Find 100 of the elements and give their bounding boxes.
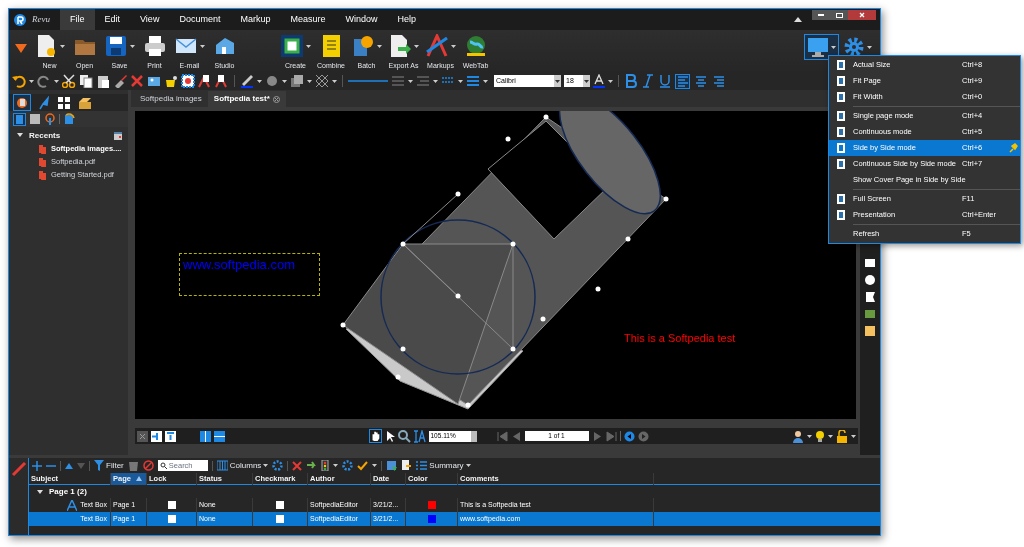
checkbox[interactable] [167,501,176,509]
caret-icon[interactable] [29,79,34,83]
split-horizontal-icon[interactable] [214,430,225,442]
last-page-icon[interactable] [605,430,617,442]
caret-icon[interactable] [282,79,287,83]
tree-item[interactable]: Recents [29,129,61,142]
back-icon[interactable] [623,430,635,442]
checkbox[interactable] [276,515,284,523]
pointer-icon[interactable] [384,429,395,443]
menu-item[interactable]: Help [387,9,426,30]
caret-icon[interactable] [458,79,463,83]
menu-item[interactable]: View [130,9,170,30]
text-color-icon[interactable] [593,74,605,88]
minimize-button[interactable] [812,10,830,20]
previous-page-icon[interactable] [510,430,522,442]
lock-icon[interactable] [836,429,848,443]
split-vertical-icon[interactable] [200,430,211,442]
hatch-icon[interactable] [315,74,329,88]
line-style-icon[interactable] [348,77,388,85]
page-left-icon[interactable] [151,430,162,442]
panel-tab[interactable] [55,94,73,111]
text-select-icon[interactable] [413,429,426,443]
group-label[interactable]: Page 1 (2) [49,485,87,498]
caret-icon[interactable] [377,44,382,48]
menu-item[interactable]: Markup [230,9,281,30]
no-filter-icon[interactable] [142,460,154,471]
note-icon[interactable] [864,325,876,337]
align-left-icon[interactable] [675,73,690,89]
bold-icon[interactable] [624,74,638,88]
circle-icon[interactable] [864,274,876,286]
reply-arrow-icon[interactable] [306,461,318,470]
caret-icon[interactable] [257,79,262,83]
stamp-icon[interactable] [181,74,195,88]
paste-icon[interactable] [96,74,110,88]
close-button[interactable] [848,10,876,20]
page-down-icon[interactable] [165,430,176,442]
summary-button[interactable]: Summary [416,459,471,472]
forward-icon[interactable] [637,430,649,442]
user-icon[interactable] [792,429,804,443]
lightbulb-icon[interactable] [815,430,825,442]
caret-icon[interactable] [408,79,413,83]
caret-icon[interactable] [372,464,378,467]
italic-icon[interactable] [641,74,655,88]
menu-item[interactable]: Window [335,9,388,30]
flag-icon[interactable] [864,291,876,303]
menu-item[interactable]: Edit [94,9,131,30]
menu-item[interactable]: File [60,9,95,30]
caret-icon[interactable] [584,79,589,83]
delete-icon[interactable] [292,460,303,471]
underline-icon[interactable] [658,74,672,88]
expand-arrow-icon[interactable] [37,489,43,494]
align-right-icon[interactable] [711,73,726,89]
checkbox[interactable] [167,515,176,523]
hand-icon[interactable] [368,429,382,443]
view-mode-button[interactable] [804,34,839,60]
first-page-icon[interactable] [496,430,508,442]
columns-button[interactable]: Columns [216,459,269,472]
caret-icon[interactable] [414,44,419,48]
caret-icon[interactable] [200,44,205,48]
layers-icon[interactable] [290,74,304,88]
caret-icon[interactable] [867,45,872,49]
caret-icon[interactable] [807,434,812,438]
caret-icon[interactable] [555,79,560,83]
redo-icon[interactable] [37,74,51,88]
settings-icon[interactable] [843,36,865,58]
up-arrow-icon[interactable] [65,462,73,469]
caret-icon[interactable] [130,44,135,48]
collapse-ribbon-icon[interactable] [794,17,802,22]
line-weight-icon[interactable] [466,74,480,88]
brush-icon[interactable] [113,74,127,88]
copy-icon[interactable] [79,74,93,88]
close-icon[interactable] [272,95,280,103]
caret-icon[interactable] [483,79,488,83]
rectangle-icon[interactable] [864,257,876,269]
menu-item[interactable]: Measure [280,9,336,30]
traffic-light-icon[interactable] [321,460,330,471]
image-icon[interactable] [864,308,876,320]
close-page-icon[interactable] [137,430,148,442]
refresh-page-icon[interactable] [63,113,75,125]
canvas-text[interactable]: This is a Softpedia test [620,328,761,368]
undo-icon[interactable] [12,74,26,88]
bucket-icon[interactable] [164,74,178,88]
add-icon[interactable] [32,460,42,471]
align-center-icon[interactable] [693,73,708,89]
filter-button[interactable]: Filter [94,459,124,472]
next-page-icon[interactable] [591,430,603,442]
recent-files-button[interactable] [13,112,26,126]
caret-icon[interactable] [306,44,311,48]
caret-icon[interactable] [333,464,339,467]
menu-item[interactable]: Document [169,9,231,30]
settings-icon[interactable] [342,460,354,471]
caret-icon[interactable] [307,79,312,83]
monitor-icon[interactable] [807,37,829,57]
zoom-icon[interactable] [397,429,411,443]
checkmark-icon[interactable] [357,460,369,471]
delete-icon[interactable] [130,74,144,88]
caret-icon[interactable] [60,44,65,48]
maximize-button[interactable] [830,10,848,20]
checkbox[interactable] [276,501,284,509]
caret-icon[interactable] [54,79,59,83]
